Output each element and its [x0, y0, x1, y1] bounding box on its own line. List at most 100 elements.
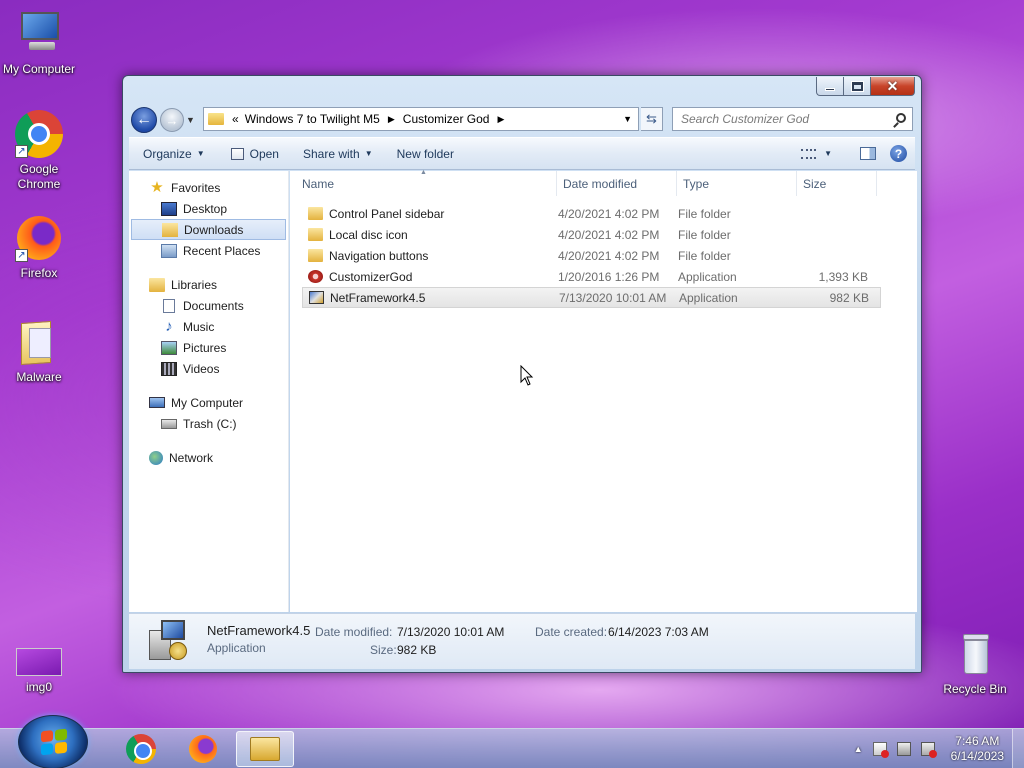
close-button[interactable]: ✕	[871, 77, 915, 96]
file-type: File folder	[678, 206, 731, 221]
change-view-button[interactable]: ▼	[801, 148, 832, 159]
file-date: 1/20/2016 1:26 PM	[558, 269, 660, 284]
column-header-size[interactable]: Size	[797, 171, 877, 196]
file-name: Local disc icon	[329, 227, 408, 242]
file-row[interactable]: Control Panel sidebar 4/20/2021 4:02 PM …	[302, 203, 881, 224]
recent-pages-dropdown[interactable]: ▼	[186, 115, 196, 125]
shortcut-arrow-icon: ↗	[15, 249, 28, 262]
network-icon[interactable]	[896, 742, 911, 756]
details-file-name: NetFramework4.5	[207, 623, 311, 638]
hard-drive-icon	[161, 418, 177, 429]
nav-label: Documents	[183, 298, 244, 313]
breadcrumb-item[interactable]: Windows 7 to Twilight M5	[245, 112, 380, 126]
maximize-button[interactable]	[844, 77, 871, 96]
nav-documents[interactable]: Documents	[129, 295, 288, 316]
computer-icon	[149, 397, 165, 408]
address-bar[interactable]: « Windows 7 to Twilight M5 ▶ Customizer …	[203, 107, 639, 131]
address-dropdown-icon[interactable]: ▼	[623, 114, 632, 124]
desktop-icon-label: Recycle Bin	[943, 682, 1007, 696]
nav-my-computer[interactable]: My Computer	[129, 392, 288, 413]
share-with-button[interactable]: Share with ▼	[293, 138, 383, 169]
nav-videos[interactable]: Videos	[129, 358, 288, 379]
file-list: Name ▲ Date modified Type Size Control Pa…	[290, 169, 917, 612]
refresh-icon: ⇆	[646, 111, 657, 126]
nav-label: Trash (C:)	[183, 416, 237, 431]
details-view-icon	[801, 148, 817, 159]
file-row-selected[interactable]: NetFramework4.5 7/13/2020 10:01 AM Appli…	[302, 287, 881, 308]
start-button[interactable]	[18, 715, 88, 768]
column-header-type[interactable]: Type	[677, 171, 797, 196]
gear-app-icon	[308, 270, 323, 283]
nav-network[interactable]: Network	[129, 447, 288, 468]
column-header-date-modified[interactable]: Date modified	[557, 171, 677, 196]
taskbar-windows-explorer[interactable]	[236, 731, 294, 767]
search-input[interactable]: Search Customizer God	[672, 107, 913, 131]
forward-button[interactable]: →	[160, 108, 184, 132]
libraries-icon	[149, 277, 165, 292]
nav-drive-c[interactable]: Trash (C:)	[129, 413, 288, 434]
details-date-modified-label: Date modified:	[315, 625, 393, 639]
file-row[interactable]: CustomizerGod 1/20/2016 1:26 PM Applicat…	[302, 266, 881, 287]
show-hidden-icons-button[interactable]: ▲	[854, 744, 863, 754]
search-placeholder: Search Customizer God	[681, 112, 810, 126]
desktop-icon-my-computer[interactable]: My Computer	[0, 10, 78, 77]
desktop-icon-google-chrome[interactable]: ↗ Google Chrome	[0, 110, 78, 192]
desktop-icon-label: Firefox	[20, 266, 58, 280]
recycle-bin-icon	[951, 630, 999, 678]
nav-libraries[interactable]: Libraries	[129, 274, 288, 295]
file-row[interactable]: Navigation buttons 4/20/2021 4:02 PM Fil…	[302, 245, 881, 266]
desktop-icon	[161, 201, 177, 216]
nav-desktop[interactable]: Desktop	[129, 198, 288, 219]
shortcut-arrow-icon: ↗	[15, 145, 28, 158]
nav-label: Music	[183, 319, 215, 334]
command-bar: Organize ▼ Open Share with ▼ New folder ▼ …	[129, 137, 915, 170]
back-button[interactable]: ←	[131, 107, 157, 133]
system-tray: ▲ 7:46 AM 6/14/2023	[854, 729, 1004, 768]
new-folder-button[interactable]: New folder	[387, 138, 464, 169]
help-button[interactable]: ?	[890, 145, 907, 162]
file-date: 4/20/2021 4:02 PM	[558, 227, 660, 242]
details-size: 982 KB	[397, 643, 437, 657]
nav-favorites[interactable]: ★ Favorites	[129, 177, 288, 198]
column-header-name[interactable]: Name ▲	[290, 169, 557, 196]
desktop-icon-label: Google Chrome	[17, 162, 61, 191]
nav-recent-places[interactable]: Recent Places	[129, 240, 288, 261]
volume-muted-icon[interactable]	[920, 742, 937, 758]
column-label: Name	[302, 176, 335, 191]
clock[interactable]: 7:46 AM 6/14/2023	[951, 734, 1004, 764]
taskbar-firefox[interactable]	[174, 731, 232, 767]
minimize-button[interactable]	[816, 77, 844, 96]
new-folder-label: New folder	[396, 146, 454, 161]
film-strip-icon	[161, 361, 177, 376]
file-name: Navigation buttons	[329, 248, 429, 263]
nav-downloads[interactable]: Downloads	[131, 219, 286, 240]
breadcrumb-item[interactable]: Customizer God	[403, 112, 490, 126]
nav-label: Network	[169, 450, 214, 465]
nav-label: Recent Places	[183, 243, 261, 258]
action-center-flag-icon[interactable]	[872, 742, 889, 758]
refresh-button[interactable]: ⇆	[641, 107, 663, 131]
file-type: File folder	[678, 248, 731, 263]
nav-music[interactable]: ♪ Music	[129, 316, 288, 337]
file-row[interactable]: Local disc icon 4/20/2021 4:02 PM File f…	[302, 224, 881, 245]
desktop-icon-malware[interactable]: Malware	[0, 318, 78, 385]
breadcrumb-separator-icon[interactable]: ▶	[388, 114, 395, 125]
nav-pictures[interactable]: Pictures	[129, 337, 288, 358]
desktop-icon-img0[interactable]: img0	[0, 646, 78, 695]
organize-button[interactable]: Organize ▼	[129, 138, 215, 169]
open-button[interactable]: Open	[221, 138, 289, 169]
nav-label: Desktop	[183, 201, 228, 216]
search-icon[interactable]	[896, 113, 906, 123]
preview-pane-button[interactable]	[860, 147, 876, 160]
taskbar-chrome[interactable]	[112, 731, 170, 767]
column-label: Size	[803, 176, 827, 191]
nav-label: Libraries	[171, 277, 218, 292]
nav-label: Downloads	[184, 222, 244, 237]
organize-label: Organize	[143, 146, 192, 161]
breadcrumb-overflow[interactable]: «	[232, 112, 239, 126]
breadcrumb-separator-icon[interactable]: ▶	[497, 114, 504, 125]
show-desktop-button[interactable]	[1012, 729, 1024, 768]
folder-icon	[308, 228, 323, 241]
desktop-icon-recycle-bin[interactable]: Recycle Bin	[936, 630, 1014, 697]
desktop-icon-firefox[interactable]: ↗ Firefox	[0, 214, 78, 281]
